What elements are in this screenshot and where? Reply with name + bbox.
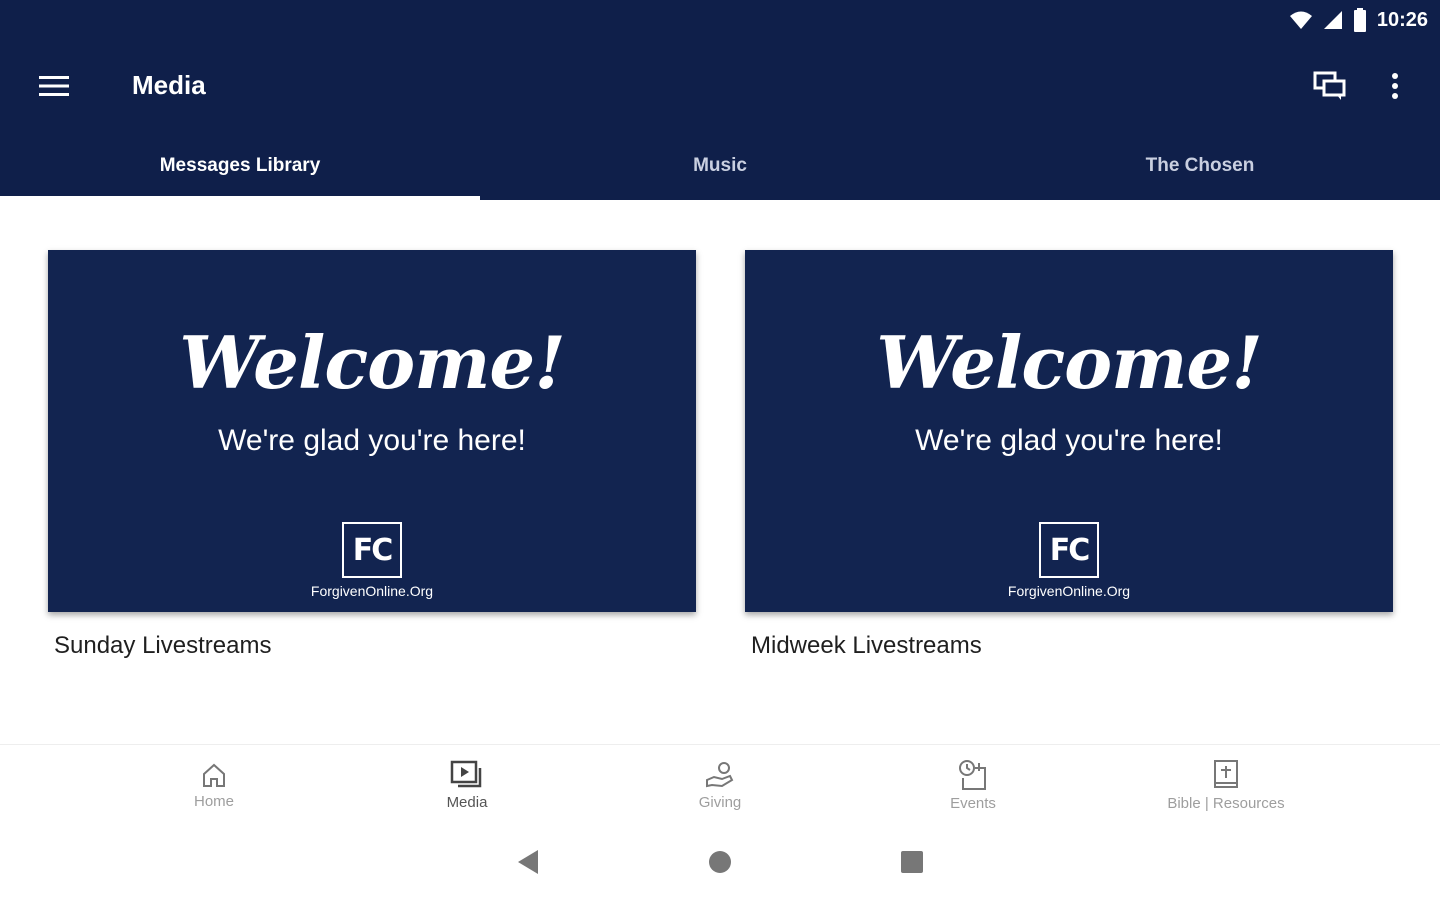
card-thumbnail[interactable]: Welcome! We're glad you're here! FC Forg… [745, 250, 1393, 612]
nav-bible-resources[interactable]: Bible | Resources [1100, 745, 1353, 825]
welcome-text: Welcome! [179, 320, 566, 405]
nav-events[interactable]: Events [847, 745, 1100, 825]
tagline-text: We're glad you're here! [218, 424, 526, 457]
toolbar: Media [0, 52, 1440, 118]
wifi-icon [1289, 10, 1313, 30]
home-circle-icon [709, 851, 731, 873]
recents-button[interactable] [876, 832, 948, 892]
card-title: Midweek Livestreams [751, 632, 982, 659]
events-icon [959, 759, 986, 790]
recents-square-icon [901, 851, 923, 873]
card-thumbnail[interactable]: Welcome! We're glad you're here! FC Forg… [48, 250, 696, 612]
signal-icon [1323, 10, 1343, 30]
nav-home[interactable]: Home [88, 745, 341, 825]
logo-url: ForgivenOnline.Org [1007, 583, 1131, 599]
tagline-text: We're glad you're here! [915, 424, 1223, 457]
hamburger-icon [39, 76, 69, 96]
bible-icon [1214, 759, 1238, 788]
tab-messages-library[interactable]: Messages Library [0, 132, 480, 200]
more-vert-icon [1392, 73, 1398, 99]
home-system-button[interactable] [684, 832, 756, 892]
back-triangle-icon [518, 850, 538, 874]
status-bar: 10:26 [1289, 6, 1428, 34]
chat-button[interactable] [1308, 66, 1352, 106]
nav-giving[interactable]: Giving [594, 745, 847, 825]
tab-bar: Messages Library Music The Chosen [0, 132, 1440, 200]
media-icon [450, 760, 482, 787]
back-button[interactable] [492, 832, 564, 892]
welcome-text: Welcome! [876, 320, 1263, 405]
chat-icon [1313, 71, 1346, 100]
nav-media[interactable]: Media [341, 745, 594, 825]
home-icon [203, 763, 225, 787]
menu-button[interactable] [34, 70, 74, 102]
status-time: 10:26 [1376, 8, 1428, 31]
media-card-midweek[interactable]: Welcome! We're glad you're here! FC Forg… [745, 250, 1393, 660]
media-card-sunday[interactable]: Welcome! We're glad you're here! FC Forg… [48, 250, 696, 660]
card-title: Sunday Livestreams [54, 632, 272, 659]
nav-label: Media [446, 793, 488, 811]
nav-label: Events [950, 794, 996, 812]
fc-logo: FC [1039, 522, 1099, 578]
tab-music[interactable]: Music [480, 132, 960, 200]
giving-icon [706, 761, 734, 787]
fc-logo: FC [342, 522, 402, 578]
battery-icon [1353, 8, 1367, 32]
bottom-navigation: Home Media Giving Events Bible | Resourc… [0, 744, 1440, 824]
more-options-button[interactable] [1378, 66, 1412, 106]
system-navigation-bar [0, 824, 1440, 900]
page-title: Media [132, 70, 206, 100]
app-bar: 10:26 Media Messages Library Music The C… [0, 0, 1440, 200]
logo-url: ForgivenOnline.Org [310, 583, 434, 599]
tab-the-chosen[interactable]: The Chosen [960, 132, 1440, 200]
nav-label: Home [193, 792, 234, 810]
content-area: Welcome! We're glad you're here! FC Forg… [0, 200, 1440, 744]
nav-label: Bible | Resources [1167, 794, 1285, 812]
nav-label: Giving [698, 793, 742, 811]
